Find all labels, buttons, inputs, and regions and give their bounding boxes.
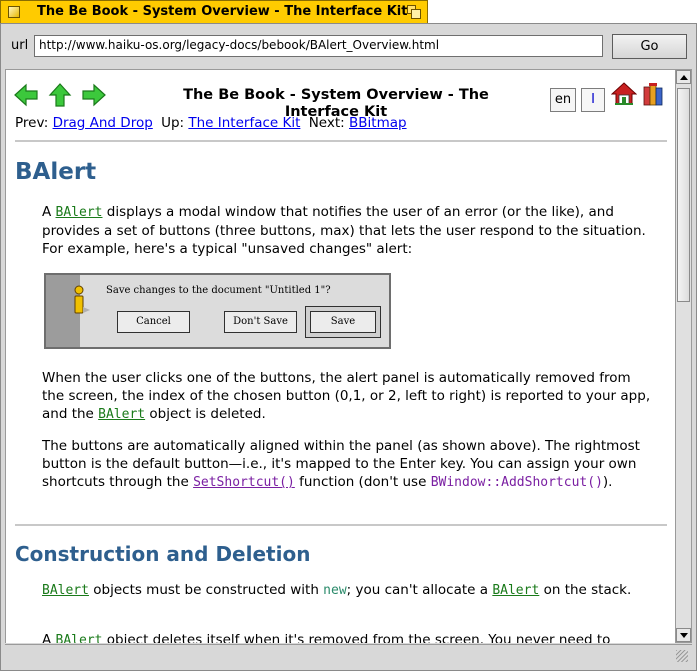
scroll-down-arrow[interactable] — [676, 628, 691, 642]
url-label: url — [11, 38, 29, 53]
next-link[interactable]: BBitmap — [349, 115, 407, 131]
paragraph: A BAlert object deletes itself when it's… — [42, 631, 652, 643]
keyword-new: new — [323, 583, 347, 598]
prev-link[interactable]: Drag And Drop — [53, 115, 153, 131]
paragraph: When the user clicks one of the buttons,… — [42, 370, 651, 422]
section-heading-2: Construction and Deletion — [15, 542, 311, 566]
nav-header: The Be Book - System Overview - The Inte… — [6, 78, 675, 120]
url-bar: url http://www.haiku-os.org/legacy-docs/… — [1, 24, 696, 66]
setshortcut-link[interactable]: SetShortcut() — [193, 475, 295, 490]
up-arrow-icon[interactable] — [47, 82, 73, 108]
home-icon[interactable] — [611, 81, 637, 107]
balert-link[interactable]: BAlert — [56, 205, 103, 220]
section-heading: BAlert — [15, 159, 97, 185]
cancel-button: Cancel — [117, 311, 190, 333]
balert-link[interactable]: BAlert — [56, 633, 103, 643]
code-snippet: BWindow::AddShortcut() — [430, 475, 603, 490]
page-content: The Be Book - System Overview - The Inte… — [5, 69, 675, 643]
go-button[interactable]: Go — [612, 34, 687, 59]
language-button[interactable]: en — [550, 88, 576, 112]
up-label: Up: — [161, 115, 185, 131]
paragraph: A BAlert displays a modal window that no… — [42, 204, 646, 257]
vertical-scrollbar[interactable] — [675, 69, 692, 643]
close-button[interactable] — [8, 6, 20, 18]
save-button: Save — [310, 311, 376, 333]
divider — [15, 524, 667, 526]
paragraph: The buttons are automatically aligned wi… — [42, 438, 640, 490]
balert-link[interactable]: BAlert — [98, 407, 145, 422]
window-title: The Be Book - System Overview - The Inte… — [37, 4, 408, 19]
default-button-ring: Save — [305, 306, 381, 338]
balert-link[interactable]: BAlert — [42, 583, 89, 598]
url-input[interactable]: http://www.haiku-os.org/legacy-docs/bebo… — [34, 35, 603, 57]
up-link[interactable]: The Interface Kit — [188, 115, 300, 131]
resize-handle[interactable] — [676, 650, 688, 662]
zoom-button[interactable] — [407, 5, 422, 19]
balert-link[interactable]: BAlert — [492, 583, 539, 598]
next-label: Next: — [308, 115, 345, 131]
forward-arrow-icon[interactable] — [81, 82, 107, 108]
prev-label: Prev: — [15, 115, 49, 131]
alert-message: Save changes to the document "Untitled 1… — [106, 285, 331, 296]
book-icon[interactable] — [641, 81, 667, 107]
scroll-up-arrow[interactable] — [676, 70, 691, 84]
dont-save-button: Don't Save — [224, 311, 297, 333]
warning-icon — [74, 285, 90, 314]
breadcrumb: Prev: Drag And Drop Up: The Interface Ki… — [15, 115, 407, 131]
paragraph: BAlert objects must be constructed with … — [42, 582, 632, 598]
scroll-thumb[interactable] — [677, 88, 690, 302]
divider — [15, 140, 667, 142]
index-button[interactable]: I — [581, 88, 605, 112]
back-arrow-icon[interactable] — [13, 82, 39, 108]
status-bar — [5, 644, 692, 666]
window-tab[interactable]: The Be Book - System Overview - The Inte… — [0, 0, 428, 23]
alert-example-image: Save changes to the document "Untitled 1… — [44, 273, 391, 349]
